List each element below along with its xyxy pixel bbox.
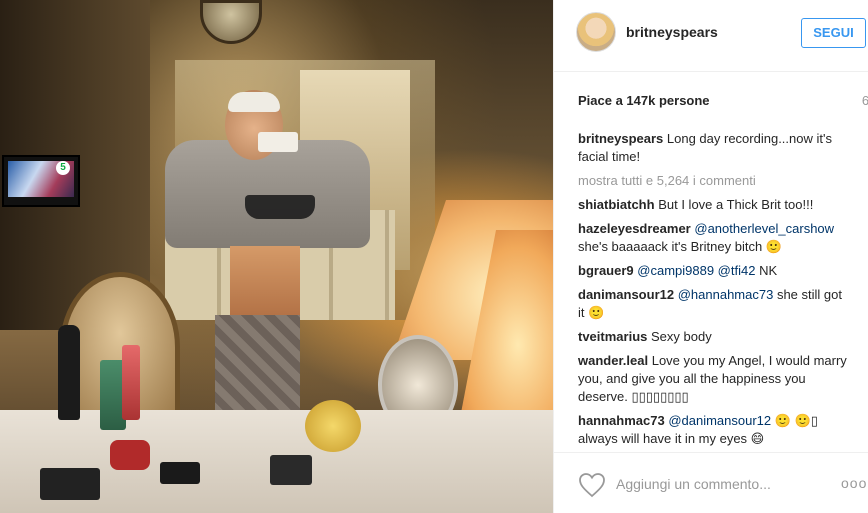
headband — [228, 92, 280, 112]
comment-input[interactable] — [616, 473, 806, 495]
show-all-comments-link[interactable]: mostra tutti e 5,264 i commenti — [578, 172, 850, 190]
post-header: britneyspears SEGUI — [554, 0, 868, 72]
comment-item: hazeleyesdreamer @anotherlevel_carshow s… — [578, 220, 850, 256]
comment-text: But I love a Thick Brit too!!! — [658, 197, 814, 212]
television: 5 — [2, 155, 80, 207]
heart-icon[interactable] — [578, 472, 606, 498]
more-options-icon[interactable]: ooo — [841, 475, 867, 491]
caption: britneyspears Long day recording...now i… — [578, 130, 850, 166]
comment-item: hannahmac73 @danimansour12 🙂 🙂▯ always w… — [578, 412, 850, 448]
comment-mention[interactable]: @hannahmac73 — [678, 287, 774, 302]
comment-mention[interactable]: @anotherlevel_carshow — [694, 221, 834, 236]
phone — [258, 132, 298, 152]
makeup-palette — [160, 462, 200, 484]
plaid-pants — [215, 315, 300, 425]
comment-item: shiatbiatchh But I love a Thick Brit too… — [578, 196, 850, 214]
comment-username[interactable]: britneyspears — [578, 131, 663, 146]
likes-count[interactable]: Piace a 147k persone — [578, 93, 710, 108]
person-sweater — [165, 140, 370, 248]
arch-window — [200, 0, 262, 44]
comment-username[interactable]: shiatbiatchh — [578, 197, 655, 212]
comment-item: bgrauer9 @campi9889 @tfi42 NK — [578, 262, 850, 280]
post-side-panel: britneyspears SEGUI Piace a 147k persone… — [553, 0, 868, 513]
sweater-logo — [245, 195, 315, 219]
avatar[interactable] — [576, 12, 616, 52]
comment-item: danimansour12 @hannahmac73 she still got… — [578, 286, 850, 322]
comment-mention[interactable]: @danimansour12 — [668, 413, 771, 428]
post-photo[interactable]: 5 — [0, 0, 553, 513]
hairbrush — [110, 440, 150, 470]
makeup-compact — [40, 468, 100, 500]
comment-item: wander.leal Love you my Angel, I would m… — [578, 352, 850, 406]
comment-item: tveitmarius Sexy body — [578, 328, 850, 346]
comment-text: NK — [759, 263, 778, 278]
bottle — [58, 325, 80, 420]
follow-button[interactable]: SEGUI — [801, 18, 866, 48]
comment-text: Sexy body — [651, 329, 712, 344]
comment-username[interactable]: hannahmac73 — [578, 413, 665, 428]
post-time[interactable]: 6 g — [862, 93, 868, 108]
post-footer: ooo — [554, 452, 868, 513]
bottle — [122, 345, 140, 420]
comments-list: britneyspears Long day recording...now i… — [578, 130, 850, 452]
tv-channel-badge: 5 — [56, 161, 70, 175]
username-link[interactable]: britneyspears — [626, 24, 718, 40]
person-midriff — [230, 246, 300, 316]
comment-username[interactable]: hazeleyesdreamer — [578, 221, 691, 236]
comment-text: she's baaaaack it's Britney bitch 🙂 — [578, 239, 782, 254]
comment-username[interactable]: danimansour12 — [578, 287, 674, 302]
makeup-box — [270, 455, 312, 485]
likes-row: Piace a 147k persone 6 g — [578, 93, 868, 111]
toy-figure — [305, 400, 361, 452]
comment-username[interactable]: tveitmarius — [578, 329, 647, 344]
comment-mention[interactable]: @campi9889 @tfi42 — [637, 263, 755, 278]
comment-username[interactable]: bgrauer9 — [578, 263, 634, 278]
comment-username[interactable]: wander.leal — [578, 353, 648, 368]
